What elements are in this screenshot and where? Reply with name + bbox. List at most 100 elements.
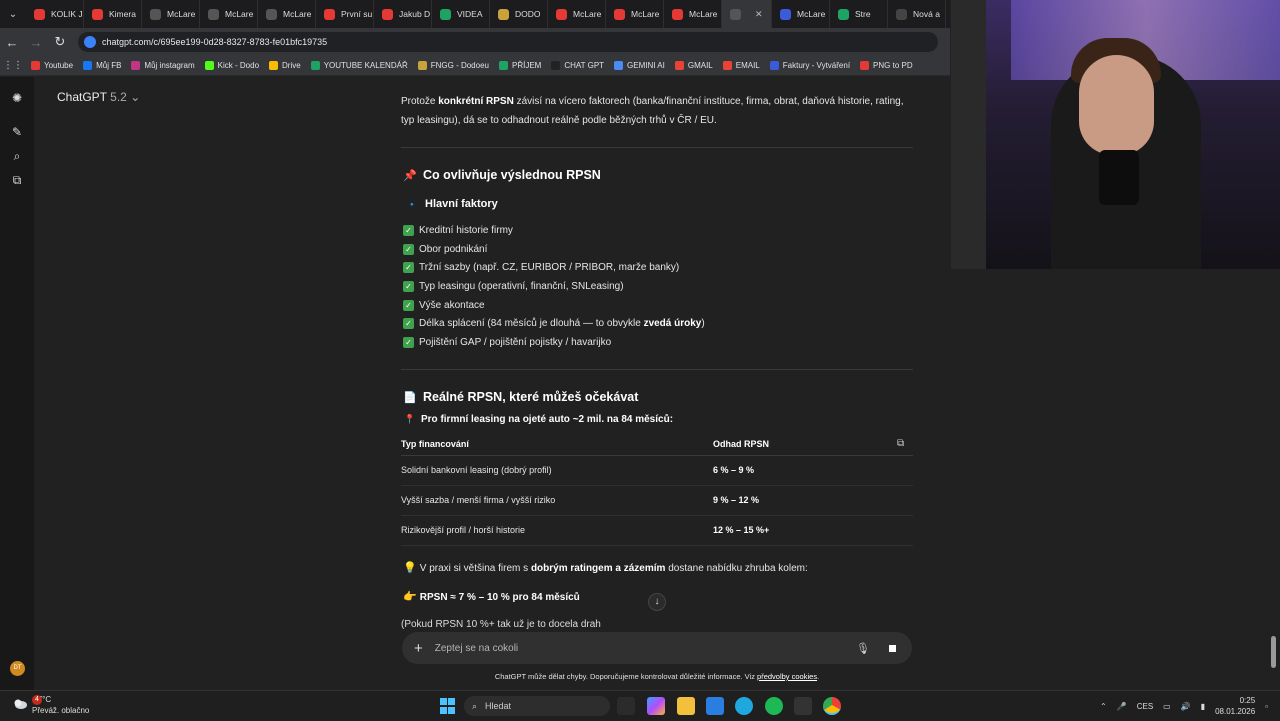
browser-tab[interactable]: Nová a [888,0,946,28]
start-button[interactable] [440,698,456,714]
prompt-input[interactable]: Zeptej se na cokoli [435,643,856,654]
browser-tab[interactable]: McLare [664,0,722,28]
bookmark-item[interactable]: GEMINI AI [609,61,670,70]
browser-tab[interactable]: Jakub D [374,0,432,28]
bookmark-favicon-icon [498,61,508,70]
cookies-link[interactable]: předvolby cookies [757,672,817,681]
close-tab-icon[interactable]: ✕ [755,9,763,20]
list-item-text: Kreditní historie firmy [419,225,513,236]
tip-text-rest: dostane nabídku zhruba kolem: [665,563,808,574]
avatar[interactable]: DT [10,661,25,676]
new-chat-icon[interactable]: ✎ [10,125,24,139]
task-view-icon[interactable] [617,697,635,715]
openai-logo-icon[interactable]: ✺ [10,91,24,105]
browser-tab[interactable]: Stre [830,0,888,28]
list-item: ✓ Kreditní historie firmy [403,221,903,240]
factor-text: Obor podnikání [419,243,488,255]
tab-favicon-icon [780,8,791,20]
tab-search-icon[interactable]: ⌄ [0,0,26,28]
bookmark-item[interactable]: Faktury - Vytváření [765,61,855,70]
bookmark-item[interactable]: Můj instagram [126,61,199,70]
apps-grid-icon[interactable]: ⋮⋮ [0,60,26,71]
browser-tab[interactable]: První su [316,0,374,28]
edge-icon[interactable] [735,697,753,715]
bookmark-item[interactable]: FNGG - Dodoeu [413,61,494,70]
bookmark-item[interactable]: PNG to PD [855,61,918,70]
file-explorer-icon[interactable] [677,697,695,715]
list-item: ✓ Výše akontace [403,296,903,315]
weather-widget[interactable]: 4 -7°C Převáž. oblačno [12,694,89,716]
site-info-icon[interactable] [84,36,96,48]
document-icon: 📄 [403,391,417,404]
browser-tab[interactable]: McLare [258,0,316,28]
bookmark-item[interactable]: YOUTUBE KALENDÁŘ [306,61,413,70]
clock[interactable]: 0:25 08.01.2026 [1215,695,1255,717]
list-item: ✓ Obor podnikání [403,240,903,259]
weather-temp: -7°C [35,695,52,704]
microphone-icon[interactable]: 🎙 [856,642,870,655]
composer[interactable]: + Zeptej se na cokoli 🎙 [402,632,912,664]
subsection-title: Hlavní faktory [425,198,498,210]
table-header-cell: Odhad RPSN [713,434,913,456]
tab-label: McLare [631,9,660,19]
bookmark-label: GMAIL [687,61,713,70]
clock-time: 0:25 [1239,696,1256,705]
microphone-icon[interactable]: 🎤 [1117,702,1127,711]
bookmark-item[interactable]: PŘÍJEM [494,61,546,70]
chrome-icon[interactable] [823,697,841,715]
bookmark-item[interactable]: Kick - Dodo [200,61,264,70]
back-icon[interactable]: ← [0,30,24,54]
list-item-text: Délka splácení (84 měsíců je dlouhá — to… [419,318,705,329]
bookmark-item[interactable]: EMAIL [718,61,765,70]
weather-desc: Převáž. oblačno [32,706,90,715]
volume-icon[interactable]: 🔊 [1181,702,1191,711]
terminal-icon[interactable] [794,697,812,715]
bookmark-label: EMAIL [735,61,760,70]
browser-tab[interactable]: KOLIK J [26,0,84,28]
list-item-text: Pojištění GAP / pojištění pojistky / hav… [419,337,611,348]
browser-tab[interactable]: McLare [142,0,200,28]
disclaimer-end: . [817,672,820,681]
copilot-icon[interactable] [647,697,665,715]
browser-tab[interactable]: McLare [772,0,830,28]
scroll-down-button[interactable]: ↓ [648,593,666,611]
taskbar-search[interactable]: ⌕ Hledat [464,696,610,716]
bookmark-item[interactable]: Drive [264,61,306,70]
address-bar[interactable]: chatgpt.com/c/695ee199-0d28-8327-8783-fe… [78,32,938,52]
chevron-up-icon[interactable]: ⌃ [1100,702,1107,711]
network-icon[interactable]: ▭ [1163,702,1171,711]
bookmark-item[interactable]: Můj FB [78,61,126,70]
bookmark-item[interactable]: GMAIL [670,61,718,70]
language-indicator[interactable]: CES [1137,702,1153,711]
battery-icon[interactable]: ▮ [1201,702,1205,711]
browser-tab[interactable]: McLare [606,0,664,28]
tab-favicon-icon [92,8,103,20]
disclaimer: ChatGPT může dělat chyby. Doporučujeme k… [402,672,912,681]
bookmark-item[interactable]: CHAT GPT [546,61,609,70]
copy-table-icon[interactable]: ⧉ [897,438,908,449]
stop-button[interactable] [882,638,902,658]
library-icon[interactable]: ⧉ [10,173,24,187]
notification-icon[interactable]: ▫ [1265,702,1268,711]
search-icon[interactable]: ⌕ [10,149,24,163]
scrollbar-thumb[interactable] [1271,636,1276,668]
browser-tab[interactable]: ✕ [722,0,772,28]
section-heading-rpsn: 📄 Reálné RPSN, které můžeš očekávat [403,390,638,404]
browser-tab[interactable]: McLare [548,0,606,28]
browser-tab[interactable]: McLare [200,0,258,28]
bookmark-item[interactable]: Youtube [26,61,78,70]
browser-tab[interactable]: DODO [490,0,548,28]
table-header-cell: Typ financování [401,434,713,456]
spotify-icon[interactable] [765,697,783,715]
intro-paragraph: Protože konkrétní RPSN závisí na vícero … [401,92,911,130]
browser-tab[interactable]: VIDEA [432,0,490,28]
plus-icon[interactable]: + [414,640,423,657]
reload-icon[interactable]: ↻ [48,30,72,54]
model-selector[interactable]: ChatGPT 5.2 ⌄ [57,90,140,104]
pin-icon: 📌 [403,169,417,182]
bookmark-label: PNG to PD [873,61,913,70]
tab-label: McLare [283,9,312,19]
forward-icon[interactable]: → [24,30,48,54]
store-icon[interactable] [706,697,724,715]
browser-tab[interactable]: Kimera [84,0,142,28]
